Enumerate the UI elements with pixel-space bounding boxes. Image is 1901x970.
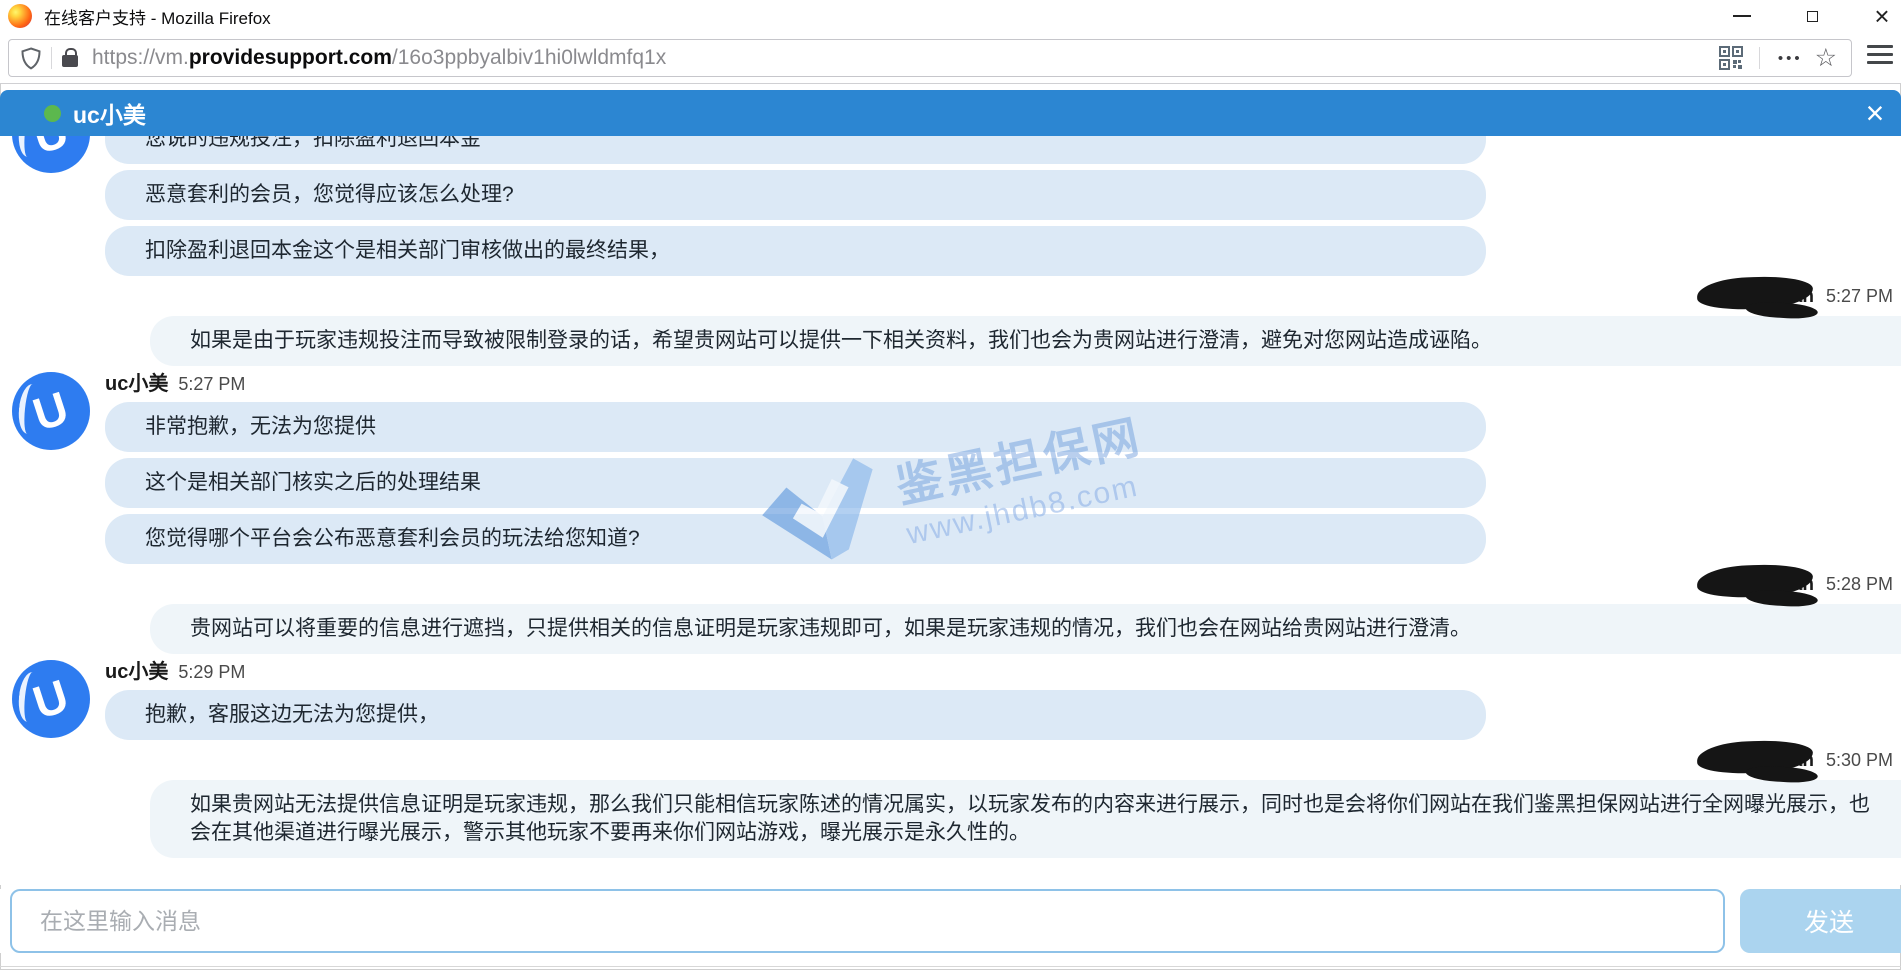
chat-bubble-visitor: 如果贵网站无法提供信息证明是玩家违规，那么我们只能相信玩家陈述的情况属实，以玩家… [150, 780, 1901, 858]
window-close-button[interactable]: × [1864, 0, 1900, 32]
visitor-message-group: dinghaigan 5:27 PM 如果是由于玩家违规投注而导致被限制登录的话，希… [0, 284, 1901, 366]
redaction-scribble [1696, 562, 1813, 599]
message-time: 5:27 PM [178, 374, 245, 394]
message-meta: uc小美 5:27 PM [105, 372, 1901, 398]
message-meta: uc小美 5:29 PM [105, 660, 1901, 686]
online-status-dot [44, 105, 61, 122]
agent-avatar-letter: U [28, 672, 74, 726]
agent-avatar-letter: U [28, 136, 74, 161]
message-time: 5:27 PM [1826, 286, 1893, 306]
agent-avatar-letter: U [28, 384, 74, 438]
agent-message-group: Uuc小美 5:27 PM 非常抱歉，无法为您提供这个是相关部门核实之后的处理结果您… [0, 372, 1901, 564]
visitor-name-redacted: dinghaigan [1713, 285, 1814, 310]
message-time: 5:29 PM [178, 662, 245, 682]
agent-avatar: U [12, 372, 90, 450]
chat-bubble-visitor: 如果是由于玩家违规投注而导致被限制登录的话，希望贵网站可以提供一下相关资料，我们… [150, 316, 1901, 366]
chat-bubble-agent: 抱歉，客服这边无法为您提供， [105, 690, 1486, 740]
message-time: 5:30 PM [1826, 750, 1893, 770]
chat-bubble-agent: 这个是相关部门核实之后的处理结果 [105, 458, 1486, 508]
agent-message-group: U 您说的违规投注，扣除盈利退回本金恶意套利的会员，您觉得应该怎么处理? 扣除盈利退… [0, 136, 1901, 276]
send-button[interactable]: 发送 [1740, 889, 1901, 953]
qr-code-icon[interactable] [1719, 46, 1743, 70]
window-bottom-border [0, 966, 1901, 967]
menu-icon[interactable] [1867, 45, 1893, 64]
tracking-protection-shield-icon[interactable] [21, 47, 41, 70]
window-title: 在线客户支持 - Mozilla Firefox [44, 4, 271, 29]
agent-avatar: U [12, 660, 90, 738]
visitor-message-group: dinghaigan 5:28 PM 贵网站可以将重要的信息进行遮挡，只提供相关的信… [0, 572, 1901, 654]
url-toolbar: https://vm.providesupport.com/16o3ppbyal… [0, 32, 1901, 84]
page-actions-icon[interactable]: ••• [1778, 50, 1803, 67]
chat-bubble-visitor: 贵网站可以将重要的信息进行遮挡，只提供相关的信息证明是玩家违规即可，如果是玩家违… [150, 604, 1901, 654]
url-text: https://vm.providesupport.com/16o3ppbyal… [92, 46, 1719, 70]
chat-close-icon[interactable]: × [1855, 90, 1895, 136]
visitor-message-group: dinghaigan 5:30 PM 如果贵网站无法提供信息证明是玩家违规，那么我们… [0, 748, 1901, 858]
bookmark-star-icon[interactable]: ☆ [1815, 46, 1837, 71]
agent-name: uc小美 [105, 373, 168, 395]
redaction-scribble [1696, 738, 1813, 775]
chat-agent-title: uc小美 [73, 96, 146, 130]
message-meta: dinghaigan 5:30 PM [0, 748, 1901, 774]
chat-bubble-agent: 您觉得哪个平台会公布恶意套利会员的玩法给您知道? [105, 514, 1486, 564]
visitor-name-redacted: dinghaigan [1713, 749, 1814, 774]
firefox-window: 在线客户支持 - Mozilla Firefox × https://vm.pr… [0, 0, 1901, 970]
message-meta: dinghaigan 5:28 PM [0, 572, 1901, 598]
chat-bubble-agent: 非常抱歉，无法为您提供 [105, 402, 1486, 452]
message-input[interactable] [10, 889, 1725, 953]
visitor-name-redacted: dinghaigan [1713, 573, 1814, 598]
chat-bubble-agent: 您说的违规投注，扣除盈利退回本金 [105, 136, 1486, 164]
minimize-button[interactable] [1724, 0, 1760, 32]
url-bar[interactable]: https://vm.providesupport.com/16o3ppbyal… [8, 39, 1852, 77]
lock-icon[interactable] [62, 55, 78, 67]
chat-input-bar: 发送 [0, 889, 1901, 953]
message-meta: dinghaigan 5:27 PM [0, 284, 1901, 310]
agent-name: uc小美 [105, 661, 168, 683]
divider [1759, 47, 1760, 69]
agent-message-group: Uuc小美 5:29 PM 抱歉，客服这边无法为您提供， [0, 660, 1901, 740]
chat-bubble-agent: 恶意套利的会员，您觉得应该怎么处理? [105, 170, 1486, 220]
firefox-icon [8, 4, 32, 28]
chat-bubble-agent: 扣除盈利退回本金这个是相关部门审核做出的最终结果， [105, 226, 1486, 276]
chat-message-area[interactable]: U 您说的违规投注，扣除盈利退回本金恶意套利的会员，您觉得应该怎么处理? 扣除盈利退… [0, 136, 1901, 885]
restore-button[interactable] [1794, 0, 1830, 32]
chat-header: uc小美 × [0, 90, 1901, 136]
agent-avatar: U [12, 136, 90, 173]
window-titlebar: 在线客户支持 - Mozilla Firefox × [0, 0, 1901, 32]
redaction-scribble [1696, 274, 1813, 311]
message-time: 5:28 PM [1826, 574, 1893, 594]
divider [51, 47, 52, 69]
